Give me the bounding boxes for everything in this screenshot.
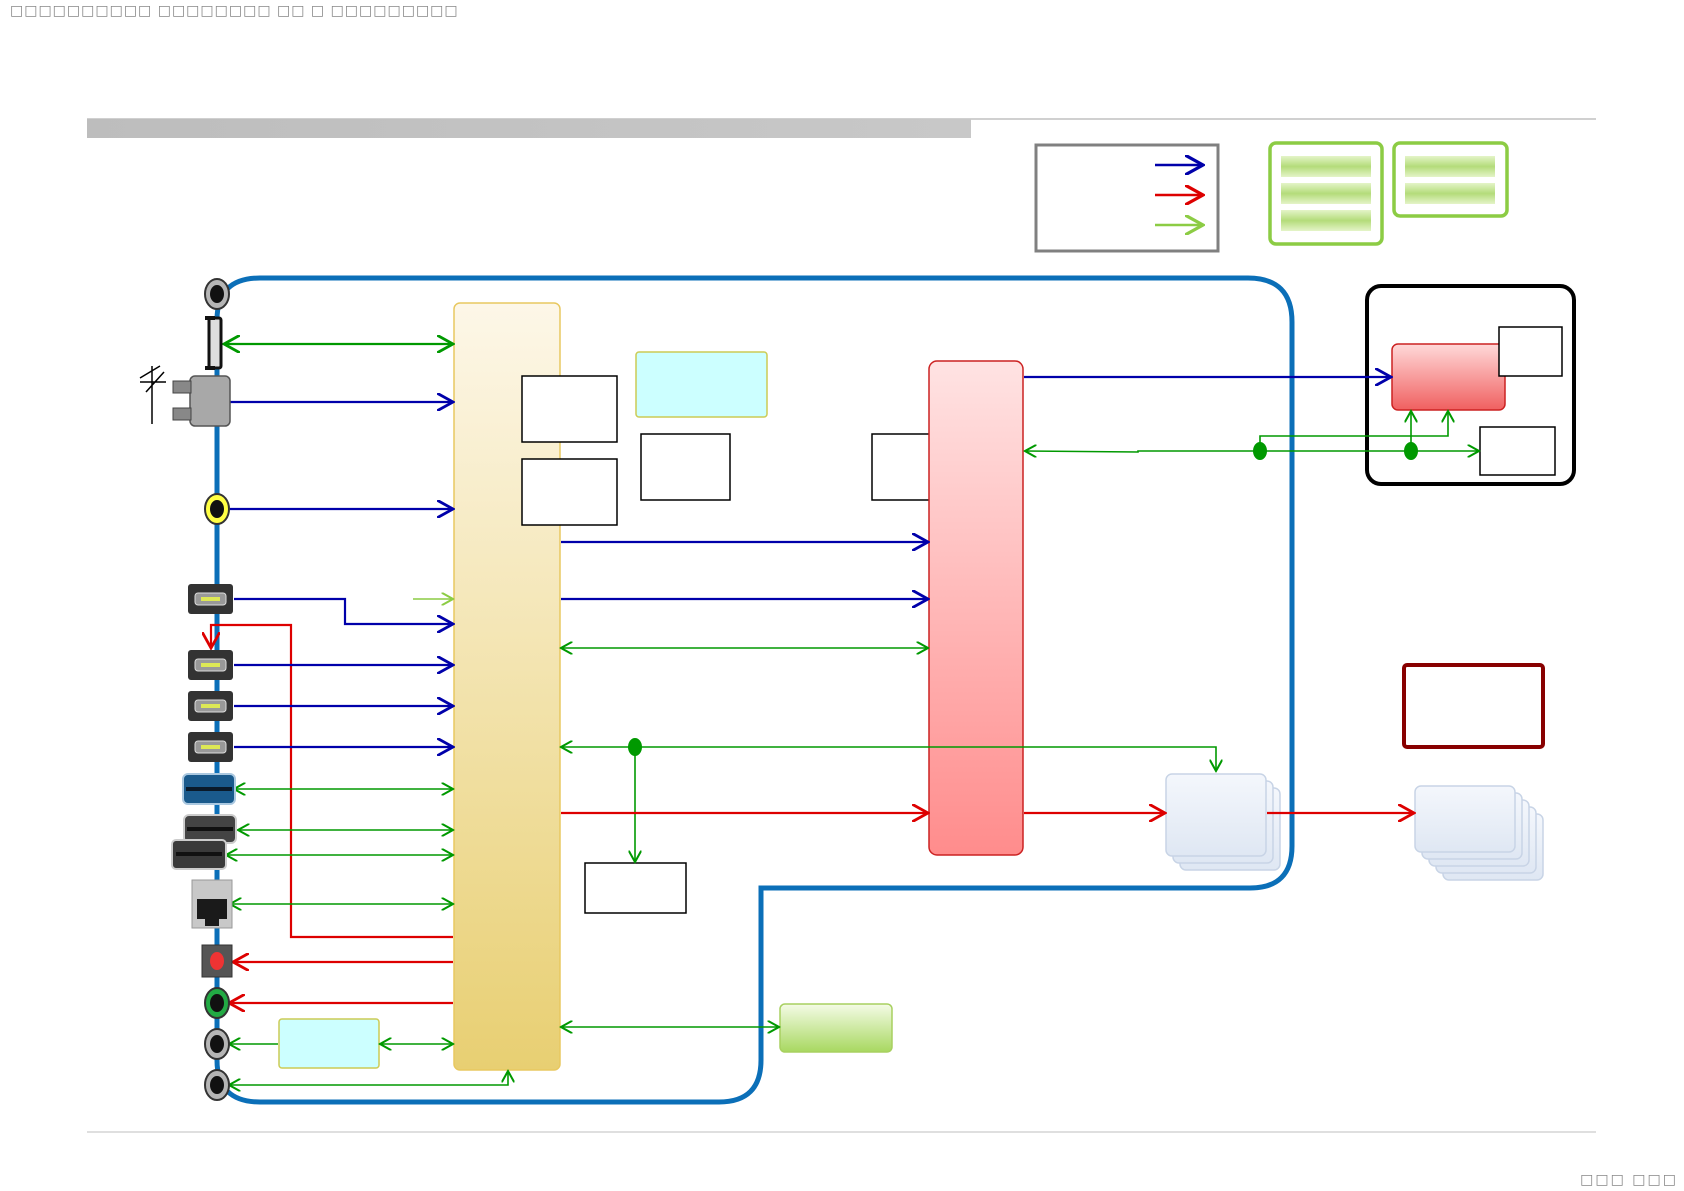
connection-line [211, 623, 453, 939]
sd-card-slot-icon [171, 839, 227, 870]
panel-card-stack-1 [1165, 773, 1281, 871]
composite-jack-icon [204, 493, 230, 525]
cyan-block [635, 351, 768, 418]
module-sub-block [1479, 426, 1556, 476]
usb-port-icon [182, 773, 236, 805]
block-diagram [87, 118, 1596, 1133]
power-block [1402, 663, 1545, 749]
memory-chip [1405, 156, 1495, 177]
hdmi-port-icon [188, 650, 233, 680]
soc-sub-block [521, 375, 618, 443]
hdmi-port-icon [188, 584, 233, 614]
usb-port-icon [183, 814, 237, 844]
memory-chip [1281, 183, 1371, 204]
satellite-connector-icon [205, 316, 223, 370]
sub-block [640, 433, 731, 501]
module-red-block [1391, 343, 1506, 411]
memory-chip [1405, 183, 1495, 204]
audio-jack-icon [204, 1069, 230, 1101]
connection-line [561, 747, 1216, 771]
sub-block [584, 862, 687, 914]
rf-jack-icon [204, 278, 230, 310]
connection-line [229, 1071, 508, 1085]
hdmi-port-icon [188, 732, 233, 762]
junction-dot [1253, 442, 1267, 460]
memory-chip [1281, 210, 1371, 231]
decoder-block [928, 360, 1024, 856]
memory-chip [1281, 156, 1371, 177]
header-bar [87, 119, 971, 138]
connection-line [234, 597, 453, 624]
audio-jack-icon [204, 987, 230, 1019]
hdmi-port-icon [188, 691, 233, 721]
legend-box [1034, 143, 1220, 253]
green-block [779, 1003, 893, 1053]
audio-jack-icon [204, 1028, 230, 1060]
junction-dot [1404, 442, 1418, 460]
module-sub-block [1498, 326, 1563, 377]
panel-card-stack-2 [1414, 785, 1544, 881]
memory-block-2 [1392, 141, 1509, 218]
junction-dot [628, 738, 642, 756]
soc-sub-block [521, 458, 618, 526]
cyan-block-small [278, 1018, 380, 1069]
lan-port-icon [191, 879, 233, 929]
optical-out-icon [201, 944, 233, 978]
